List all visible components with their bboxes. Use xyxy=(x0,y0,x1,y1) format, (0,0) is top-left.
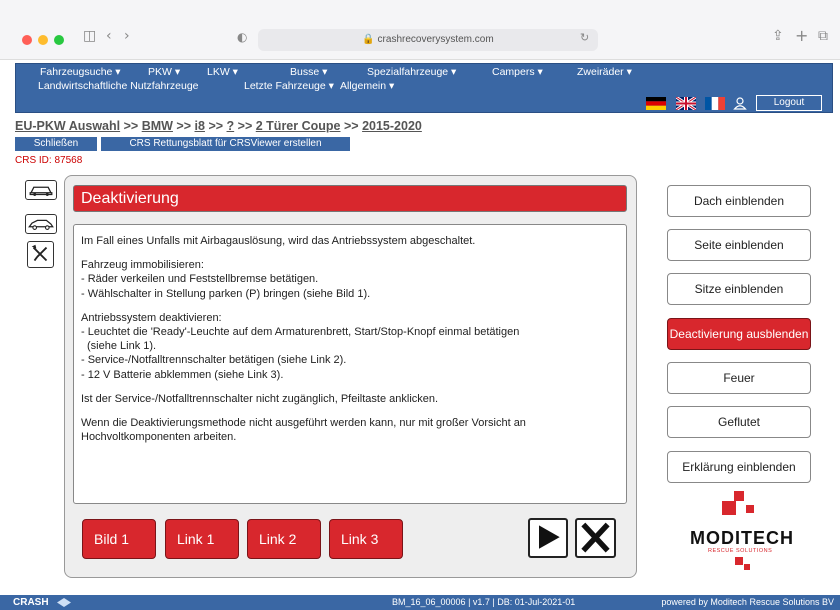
menu-pkw[interactable]: PKW ▾ xyxy=(148,66,180,78)
text-line: - Leuchtet die 'Ready'-Leuchte auf dem A… xyxy=(81,326,520,339)
flooded-button[interactable]: Geflutet xyxy=(667,406,811,438)
forward-icon[interactable]: › xyxy=(124,28,130,44)
link-2-button[interactable]: Link 2 xyxy=(247,519,321,559)
car-front-view-icon[interactable] xyxy=(25,180,57,200)
tabs-overview-icon[interactable]: ⧉ xyxy=(818,28,828,44)
crs-sheet-button[interactable]: CRS Rettungsblatt für CRSViewer erstelle… xyxy=(101,137,350,151)
text-line: - Wählschalter in Stellung parken (P) br… xyxy=(81,287,371,300)
breadcrumb-model[interactable]: i8 xyxy=(195,119,205,133)
paragraph-intro: Im Fall eines Unfalls mit Airbagauslösun… xyxy=(81,235,476,247)
paragraph-warning: Wenn die Deaktivierungsmethode nicht aus… xyxy=(81,416,619,444)
logo-tagline: RESCUE SOLUTIONS xyxy=(708,548,773,554)
show-side-button[interactable]: Seite einblenden xyxy=(667,229,811,261)
new-tab-icon[interactable]: + xyxy=(795,26,808,45)
breadcrumb-variant[interactable]: ? xyxy=(227,119,235,133)
show-seats-button[interactable]: Sitze einblenden xyxy=(667,273,811,305)
paragraph-immobilize: Fahrzeug immobilisieren: - Räder verkeil… xyxy=(81,258,619,301)
menu-spezialfahrzeuge[interactable]: Spezialfahrzeuge ▾ xyxy=(367,66,456,78)
close-x-icon[interactable] xyxy=(575,518,616,558)
text-line: Hochvoltkomponenten arbeiten. xyxy=(81,431,237,444)
link-3-button[interactable]: Link 3 xyxy=(329,519,403,559)
sidebar-icon[interactable]: ◫ xyxy=(83,28,96,44)
moditech-logo-mark-bottom xyxy=(735,557,750,570)
close-button[interactable]: Schließen xyxy=(15,137,97,151)
reload-icon[interactable]: ↻ xyxy=(580,31,589,44)
close-window-icon[interactable] xyxy=(22,35,32,45)
rescue-tool-icon[interactable] xyxy=(27,241,54,268)
breadcrumb-sep: >> xyxy=(237,119,253,133)
text-line: - Räder verkeilen und Feststellbremse be… xyxy=(81,273,319,286)
text-line: (siehe Link 1). xyxy=(87,340,157,353)
back-icon[interactable]: ‹ xyxy=(106,28,112,44)
footer-powered-by: powered by Moditech Rescue Solutions BV xyxy=(661,597,834,607)
menu-lkw[interactable]: LKW ▾ xyxy=(207,66,238,78)
breadcrumb-body[interactable]: 2 Türer Coupe xyxy=(256,119,341,133)
german-flag-icon[interactable] xyxy=(646,97,666,110)
uk-flag-icon[interactable] xyxy=(676,97,696,110)
text-line: Antriebssystem deaktivieren: xyxy=(81,311,222,324)
paragraph-arrow-hint: Ist der Service-/Notfalltrennschalter ni… xyxy=(81,392,439,405)
menu-zweiraeder[interactable]: Zweiräder ▾ xyxy=(577,66,632,78)
logout-button[interactable]: Logout xyxy=(756,95,822,111)
footer: CRASH BM_16_06_00006 | v1.7 | DB: 01-Jul… xyxy=(0,595,840,610)
crash-brand: CRASH xyxy=(13,597,49,608)
hide-deactivation-button[interactable]: Deactivierung ausblenden xyxy=(667,318,811,350)
breadcrumb-root[interactable]: EU-PKW Auswahl xyxy=(15,119,120,133)
link-1-button[interactable]: Link 1 xyxy=(165,519,239,559)
crs-id: CRS ID: 87568 xyxy=(15,155,83,166)
menu-fahrzeugsuche[interactable]: Fahrzeugsuche ▾ xyxy=(40,66,121,78)
breadcrumb-sep: >> xyxy=(343,119,359,133)
url-text: crashrecoverysystem.com xyxy=(377,34,494,45)
text-line: - 12 V Batterie abklemmen (siehe Link 3)… xyxy=(81,368,284,381)
panel-title: Deaktivierung xyxy=(73,185,627,212)
moditech-logo-mark xyxy=(722,491,754,515)
show-explanation-button[interactable]: Erklärung einblenden xyxy=(667,451,811,483)
zoom-window-icon[interactable] xyxy=(54,35,64,45)
menu-campers[interactable]: Campers ▾ xyxy=(492,66,543,78)
address-bar[interactable]: 🔒 crashrecoverysystem.com xyxy=(258,29,598,51)
user-icon[interactable] xyxy=(733,96,747,110)
french-flag-icon[interactable] xyxy=(705,97,725,110)
play-arrow-icon[interactable] xyxy=(528,518,568,558)
breadcrumb-brand[interactable]: BMW xyxy=(142,119,173,133)
fire-button[interactable]: Feuer xyxy=(667,362,811,394)
menu-busse[interactable]: Busse ▾ xyxy=(290,66,327,78)
menu-allgemein[interactable]: Allgemein ▾ xyxy=(340,80,394,92)
menu-letzte-fahrzeuge[interactable]: Letzte Fahrzeuge ▾ xyxy=(244,80,334,92)
breadcrumb-years[interactable]: 2015-2020 xyxy=(362,119,422,133)
menu-landwirtschaft[interactable]: Landwirtschaftliche Nutzfahrzeuge xyxy=(38,80,199,92)
share-icon[interactable]: ⇪ xyxy=(772,28,784,44)
breadcrumb-sep: >> xyxy=(208,119,224,133)
bild-1-button[interactable]: Bild 1 xyxy=(82,519,156,559)
car-side-view-icon[interactable] xyxy=(25,214,57,234)
show-roof-button[interactable]: Dach einblenden xyxy=(667,185,811,217)
text-line: Wenn die Deaktivierungsmethode nicht aus… xyxy=(81,417,526,430)
text-line: - Service-/Notfalltrennschalter betätige… xyxy=(81,354,347,367)
minimize-window-icon[interactable] xyxy=(38,35,48,45)
breadcrumb-sep: >> xyxy=(176,119,192,133)
privacy-icon[interactable]: ◐ xyxy=(237,30,247,44)
footer-version: BM_16_06_00006 | v1.7 | DB: 01-Jul-2021-… xyxy=(392,597,576,607)
breadcrumb-sep: >> xyxy=(123,119,139,133)
paragraph-deactivate: Antriebssystem deaktivieren: - Leuchtet … xyxy=(81,311,619,382)
moditech-logo-text: MODITECH xyxy=(690,528,794,548)
browser-titlebar: ◫ ‹ › ◐ 🔒 crashrecoverysystem.com ↻ ⇪ + … xyxy=(0,0,840,60)
breadcrumb: EU-PKW Auswahl >> BMW >> i8 >> ? >> 2 Tü… xyxy=(15,119,422,133)
text-line: Fahrzeug immobilisieren: xyxy=(81,259,204,272)
panel-text: Im Fall eines Unfalls mit Airbagauslösun… xyxy=(73,224,627,504)
crash-logo-icon xyxy=(57,598,71,607)
